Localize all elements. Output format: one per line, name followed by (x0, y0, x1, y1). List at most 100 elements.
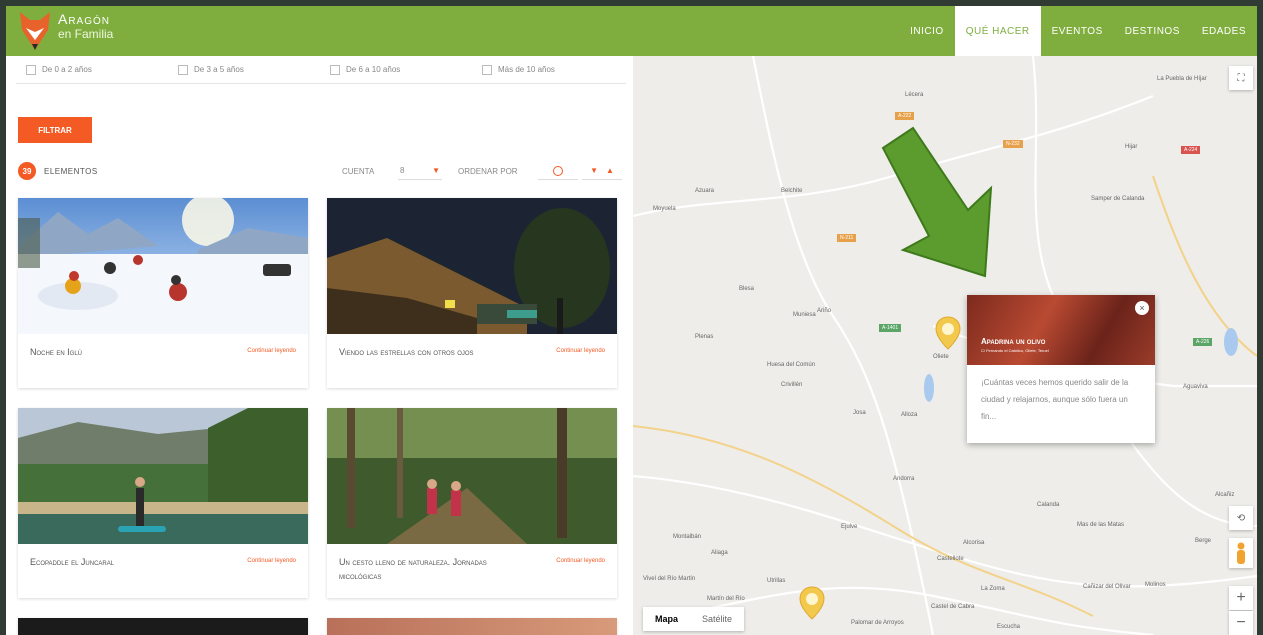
age-label: Más de 10 años (498, 65, 555, 74)
fox-logo-icon[interactable] (18, 10, 52, 52)
rotate-icon[interactable]: ⟲ (1229, 506, 1253, 530)
brand-title: Aragón (58, 11, 111, 27)
sort-by-select[interactable] (538, 162, 578, 180)
map-town-label: Blesa (739, 286, 755, 292)
map-town-label: Plenas (695, 334, 714, 340)
age-filters: De 0 a 2 años De 3 a 5 años De 6 a 10 añ… (16, 56, 626, 84)
map-view[interactable]: Lécera Muniesa Oliete Alloza Andorra Cal… (633, 56, 1257, 635)
card-title[interactable]: Noche en Iglú (30, 346, 220, 360)
map-town-label: Josa (853, 410, 866, 416)
road-label: N-211 (837, 234, 857, 242)
map-info-popup[interactable]: Apadrina un olivo C/ Fernando el Católic… (967, 295, 1155, 443)
card-image[interactable] (18, 408, 308, 544)
age-filter-3-5[interactable]: De 3 a 5 años (168, 56, 320, 83)
map-town-label: Palomar de Arroyos (851, 620, 904, 626)
map-town-label: Lécera (905, 92, 924, 98)
close-icon[interactable]: × (1135, 301, 1149, 315)
brand[interactable]: Aragón en Familia (58, 12, 113, 40)
map-type-map[interactable]: Mapa (643, 607, 690, 631)
card-image[interactable] (18, 198, 308, 334)
road-label: A-1401 (879, 324, 902, 332)
checkbox[interactable] (26, 64, 36, 75)
map-town-label: Aliaga (711, 550, 728, 556)
page-size-value: 8 (400, 166, 405, 175)
activity-card[interactable]: Viendo las estrellas con otros ojos Cont… (327, 198, 617, 388)
popup-title[interactable]: Apadrina un olivo (981, 337, 1045, 346)
map-marker-icon[interactable] (935, 316, 961, 350)
results-toolbar: 39 ELEMENTOS CUENTA 8 ▼ ORDENAR POR ▼ ▲ (18, 160, 622, 184)
card-image[interactable] (327, 408, 617, 544)
checkbox[interactable] (178, 64, 188, 75)
card-image[interactable] (327, 198, 617, 334)
map-town-label: Aguaviva (1183, 384, 1208, 390)
map-town-label: Hijar (1125, 144, 1138, 150)
map-type-toggle: Mapa Satélite (643, 607, 745, 631)
fullscreen-icon[interactable]: ⛶ (1229, 66, 1253, 90)
results-panel: De 0 a 2 años De 3 a 5 años De 6 a 10 añ… (6, 56, 633, 635)
map-town-label: Huesa del Común (767, 362, 816, 368)
map-town-label: Oliete (933, 354, 949, 360)
chevron-up-icon: ▲ (606, 166, 614, 175)
road-label: A-224 (1181, 146, 1201, 154)
activity-card[interactable]: Un cesto lleno de naturaleza. Jornadas m… (327, 408, 617, 598)
map-town-label: Belchite (781, 188, 803, 194)
map-town-label: Crivillén (781, 382, 803, 388)
map-town-label: La Puebla de Híjar (1157, 76, 1207, 82)
nav-destinos[interactable]: Destinos (1114, 6, 1191, 56)
nav-edades[interactable]: Edades (1191, 6, 1257, 56)
card-image[interactable] (18, 618, 308, 635)
map-town-label: Azuara (695, 188, 715, 194)
age-label: De 3 a 5 años (194, 65, 244, 74)
page-size-select[interactable]: 8 ▼ (398, 162, 442, 180)
zoom-out-icon[interactable]: − (1229, 611, 1253, 635)
card-title[interactable]: Ecopaddle el Juncaral (30, 556, 220, 570)
zoom-in-icon[interactable]: + (1229, 586, 1253, 610)
page-size-label: CUENTA (342, 167, 375, 176)
map-town-label: Alcañiz (1215, 492, 1235, 498)
age-filter-6-10[interactable]: De 6 a 10 años (320, 56, 472, 83)
map-town-label: Cañizar del Olivar (1083, 584, 1131, 590)
activity-card[interactable] (18, 618, 308, 635)
sort-direction-select[interactable]: ▼ ▲ (582, 162, 622, 180)
popup-image[interactable] (967, 295, 1155, 365)
chevron-down-icon: ▼ (432, 166, 440, 175)
activity-card[interactable] (327, 618, 617, 635)
map-town-label: Alcorisa (963, 540, 985, 546)
age-label: De 0 a 2 años (42, 65, 92, 74)
map-town-label: Castellote (937, 556, 964, 562)
nav-eventos[interactable]: Eventos (1041, 6, 1114, 56)
map-marker-icon[interactable] (799, 586, 825, 620)
card-title[interactable]: Viendo las estrellas con otros ojos (339, 346, 529, 360)
age-filter-0-2[interactable]: De 0 a 2 años (16, 56, 168, 83)
map-town-label: Ejulve (841, 524, 858, 530)
map-town-label: La Zoma (981, 586, 1005, 592)
popup-description: ¡Cuántas veces hemos querido salir de la… (981, 378, 1129, 421)
card-read-more-link[interactable]: Continuar leyendo (247, 558, 296, 564)
map-town-label: Molinos (1145, 582, 1166, 588)
map-town-label: Martín del Río (707, 596, 745, 602)
map-town-label: Utrillas (767, 578, 786, 584)
checkbox[interactable] (330, 64, 340, 75)
filter-button[interactable]: FILTRAR (18, 117, 92, 143)
activity-card[interactable]: Ecopaddle el Juncaral Continuar leyendo (18, 408, 308, 598)
street-view-pegman-icon[interactable] (1229, 538, 1253, 568)
age-label: De 6 a 10 años (346, 65, 401, 74)
card-image[interactable] (327, 618, 617, 635)
map-town-label: Escucha (997, 624, 1021, 630)
map-type-satellite[interactable]: Satélite (690, 607, 744, 631)
card-read-more-link[interactable]: Continuar leyendo (247, 348, 296, 354)
map-town-label: Samper de Calanda (1091, 196, 1145, 202)
clock-icon (553, 165, 563, 176)
road-label: A-226 (1193, 338, 1213, 346)
app-frame: Aragón en Familia Inicio Qué hacer Event… (6, 6, 1257, 635)
map-town-label: Andorra (893, 476, 915, 482)
card-title[interactable]: Un cesto lleno de naturaleza. Jornadas m… (339, 556, 529, 583)
chevron-down-icon: ▼ (590, 166, 598, 175)
nav-inicio[interactable]: Inicio (899, 6, 955, 56)
card-read-more-link[interactable]: Continuar leyendo (556, 558, 605, 564)
nav-que-hacer[interactable]: Qué hacer (954, 6, 1041, 56)
activity-card[interactable]: Noche en Iglú Continuar leyendo (18, 198, 308, 388)
checkbox[interactable] (482, 64, 492, 75)
age-filter-10-plus[interactable]: Más de 10 años (472, 56, 624, 83)
card-read-more-link[interactable]: Continuar leyendo (556, 348, 605, 354)
